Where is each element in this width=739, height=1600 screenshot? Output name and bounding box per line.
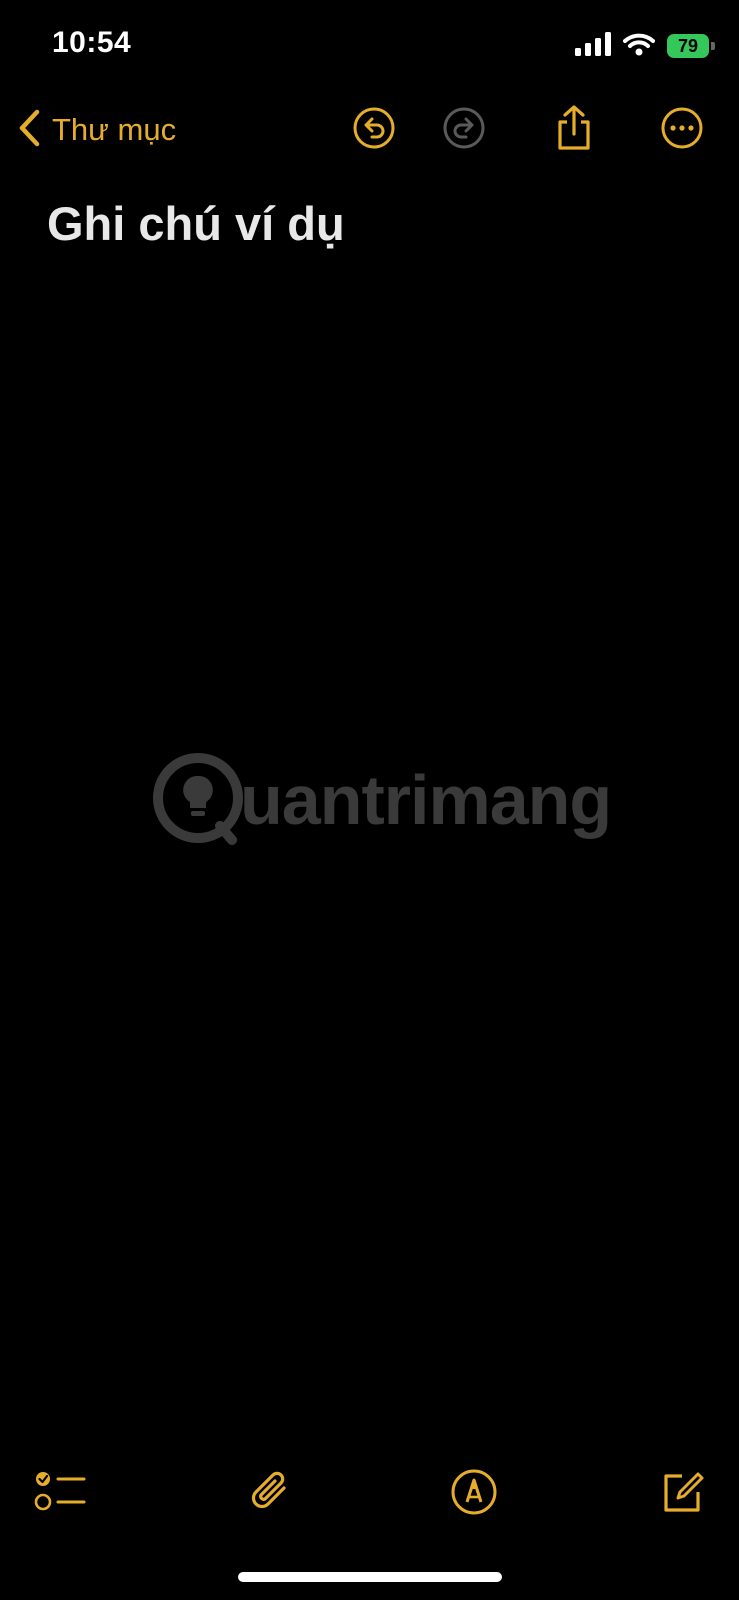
- battery-indicator: 79: [667, 34, 715, 58]
- wifi-icon: [623, 32, 655, 61]
- status-icons: 79: [575, 31, 715, 61]
- battery-level: 79: [677, 35, 699, 56]
- undo-icon: [352, 106, 396, 155]
- compose-button[interactable]: [654, 1466, 710, 1522]
- signal-icon: [575, 31, 611, 61]
- home-indicator[interactable]: [238, 1572, 502, 1582]
- navigation-bar: Thư mục: [0, 98, 739, 162]
- compose-icon: [658, 1468, 706, 1521]
- lightbulb-logo-icon: [150, 750, 246, 851]
- watermark-text: uantrimang: [240, 761, 612, 839]
- watermark: uantrimang: [150, 750, 612, 851]
- chevron-left-icon: [18, 109, 40, 152]
- undo-button[interactable]: [350, 106, 398, 154]
- more-icon: [660, 106, 704, 155]
- redo-button[interactable]: [440, 106, 488, 154]
- note-title[interactable]: Ghi chú ví dụ: [47, 196, 345, 251]
- bottom-toolbar: [0, 1456, 739, 1526]
- redo-icon: [442, 106, 486, 155]
- markup-button[interactable]: [446, 1466, 502, 1522]
- checklist-icon: [34, 1469, 86, 1520]
- more-button[interactable]: [658, 106, 706, 154]
- paperclip-icon: [246, 1468, 294, 1521]
- share-icon: [554, 104, 594, 157]
- markup-pen-icon: [450, 1468, 498, 1521]
- back-label: Thư mục: [52, 112, 177, 147]
- checklist-button[interactable]: [32, 1466, 88, 1522]
- status-bar: 10:54 79: [0, 0, 739, 90]
- share-button[interactable]: [550, 104, 598, 157]
- status-time: 10:54: [52, 26, 132, 59]
- attachment-button[interactable]: [242, 1466, 298, 1522]
- back-button[interactable]: Thư mục: [18, 106, 176, 154]
